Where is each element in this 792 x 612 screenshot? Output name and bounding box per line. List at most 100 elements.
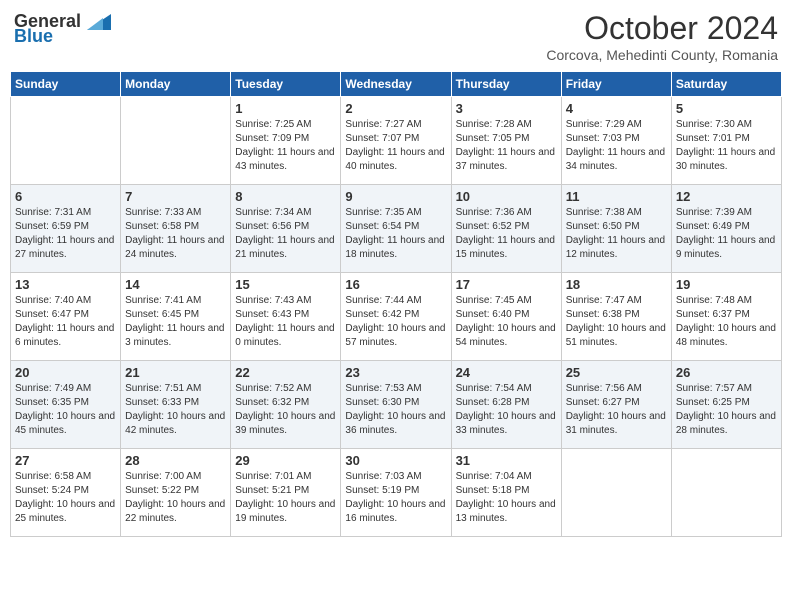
calendar-cell (11, 97, 121, 185)
cell-content: Sunrise: 7:01 AM Sunset: 5:21 PM Dayligh… (235, 470, 336, 526)
cell-content: Sunrise: 7:56 AM Sunset: 6:27 PM Dayligh… (566, 382, 667, 438)
calendar-cell: 17 Sunrise: 7:45 AM Sunset: 6:40 PM Dayli… (451, 273, 561, 361)
day-number: 27 (15, 453, 116, 468)
cell-content: Sunrise: 7:49 AM Sunset: 6:35 PM Dayligh… (15, 382, 116, 438)
calendar-cell: 16 Sunrise: 7:44 AM Sunset: 6:42 PM Dayli… (341, 273, 451, 361)
cell-content: Sunrise: 7:03 AM Sunset: 5:19 PM Dayligh… (345, 470, 446, 526)
calendar-cell: 25 Sunrise: 7:56 AM Sunset: 6:27 PM Dayli… (561, 361, 671, 449)
cell-content: Sunrise: 7:34 AM Sunset: 6:56 PM Dayligh… (235, 206, 336, 262)
logo-blue-text: Blue (14, 26, 53, 47)
day-header: Saturday (671, 72, 781, 97)
cell-content: Sunrise: 7:44 AM Sunset: 6:42 PM Dayligh… (345, 294, 446, 350)
cell-content: Sunrise: 7:04 AM Sunset: 5:18 PM Dayligh… (456, 470, 557, 526)
day-number: 20 (15, 365, 116, 380)
calendar-table: SundayMondayTuesdayWednesdayThursdayFrid… (10, 71, 782, 537)
cell-content: Sunrise: 7:47 AM Sunset: 6:38 PM Dayligh… (566, 294, 667, 350)
cell-content: Sunrise: 7:33 AM Sunset: 6:58 PM Dayligh… (125, 206, 226, 262)
logo: General Blue (14, 10, 111, 47)
day-number: 11 (566, 189, 667, 204)
day-number: 17 (456, 277, 557, 292)
cell-content: Sunrise: 7:54 AM Sunset: 6:28 PM Dayligh… (456, 382, 557, 438)
location-subtitle: Corcova, Mehedinti County, Romania (546, 47, 778, 63)
cell-content: Sunrise: 7:48 AM Sunset: 6:37 PM Dayligh… (676, 294, 777, 350)
month-title: October 2024 (546, 10, 778, 47)
day-number: 8 (235, 189, 336, 204)
cell-content: Sunrise: 7:30 AM Sunset: 7:01 PM Dayligh… (676, 118, 777, 174)
calendar-cell: 18Sunrise: 7:47 AM Sunset: 6:38 PM Dayli… (561, 273, 671, 361)
page-header: General Blue October 2024 Corcova, Mehed… (10, 10, 782, 63)
day-number: 28 (125, 453, 226, 468)
day-number: 22 (235, 365, 336, 380)
cell-content: Sunrise: 7:39 AM Sunset: 6:49 PM Dayligh… (676, 206, 777, 262)
calendar-cell (671, 449, 781, 537)
cell-content: Sunrise: 7:45 AM Sunset: 6:40 PM Dayligh… (456, 294, 557, 350)
day-number: 1 (235, 101, 336, 116)
calendar-cell: 21Sunrise: 7:51 AM Sunset: 6:33 PM Dayli… (121, 361, 231, 449)
day-number: 14 (125, 277, 226, 292)
calendar-cell: 1Sunrise: 7:25 AM Sunset: 7:09 PM Daylig… (231, 97, 341, 185)
day-number: 16 (345, 277, 446, 292)
cell-content: Sunrise: 7:29 AM Sunset: 7:03 PM Dayligh… (566, 118, 667, 174)
calendar-cell: 9Sunrise: 7:35 AM Sunset: 6:54 PM Daylig… (341, 185, 451, 273)
day-number: 19 (676, 277, 777, 292)
cell-content: Sunrise: 7:27 AM Sunset: 7:07 PM Dayligh… (345, 118, 446, 174)
calendar-cell: 24 Sunrise: 7:54 AM Sunset: 6:28 PM Dayli… (451, 361, 561, 449)
calendar-cell: 19 Sunrise: 7:48 AM Sunset: 6:37 PM Dayli… (671, 273, 781, 361)
day-header: Wednesday (341, 72, 451, 97)
calendar-cell: 28Sunrise: 7:00 AM Sunset: 5:22 PM Dayli… (121, 449, 231, 537)
calendar-cell: 14 Sunrise: 7:41 AM Sunset: 6:45 PM Dayli… (121, 273, 231, 361)
cell-content: Sunrise: 7:57 AM Sunset: 6:25 PM Dayligh… (676, 382, 777, 438)
day-number: 26 (676, 365, 777, 380)
cell-content: Sunrise: 7:40 AM Sunset: 6:47 PM Dayligh… (15, 294, 116, 350)
day-number: 4 (566, 101, 667, 116)
calendar-cell: 3 Sunrise: 7:28 AM Sunset: 7:05 PM Daylig… (451, 97, 561, 185)
day-number: 12 (676, 189, 777, 204)
day-header: Tuesday (231, 72, 341, 97)
cell-content: Sunrise: 7:38 AM Sunset: 6:50 PM Dayligh… (566, 206, 667, 262)
cell-content: Sunrise: 6:58 AM Sunset: 5:24 PM Dayligh… (15, 470, 116, 526)
calendar-cell: 23Sunrise: 7:53 AM Sunset: 6:30 PM Dayli… (341, 361, 451, 449)
day-number: 25 (566, 365, 667, 380)
calendar-cell: 22 Sunrise: 7:52 AM Sunset: 6:32 PM Dayli… (231, 361, 341, 449)
cell-content: Sunrise: 7:28 AM Sunset: 7:05 PM Dayligh… (456, 118, 557, 174)
calendar-cell: 6 Sunrise: 7:31 AM Sunset: 6:59 PM Daylig… (11, 185, 121, 273)
calendar-cell: 2 Sunrise: 7:27 AM Sunset: 7:07 PM Daylig… (341, 97, 451, 185)
day-number: 24 (456, 365, 557, 380)
day-header: Monday (121, 72, 231, 97)
calendar-cell: 31Sunrise: 7:04 AM Sunset: 5:18 PM Dayli… (451, 449, 561, 537)
calendar-cell: 13 Sunrise: 7:40 AM Sunset: 6:47 PM Dayli… (11, 273, 121, 361)
day-number: 6 (15, 189, 116, 204)
calendar-cell: 5 Sunrise: 7:30 AM Sunset: 7:01 PM Daylig… (671, 97, 781, 185)
cell-content: Sunrise: 7:53 AM Sunset: 6:30 PM Dayligh… (345, 382, 446, 438)
day-number: 29 (235, 453, 336, 468)
cell-content: Sunrise: 7:41 AM Sunset: 6:45 PM Dayligh… (125, 294, 226, 350)
calendar-cell: 27 Sunrise: 6:58 AM Sunset: 5:24 PM Dayli… (11, 449, 121, 537)
calendar-cell: 12 Sunrise: 7:39 AM Sunset: 6:49 PM Dayli… (671, 185, 781, 273)
day-number: 30 (345, 453, 446, 468)
cell-content: Sunrise: 7:36 AM Sunset: 6:52 PM Dayligh… (456, 206, 557, 262)
calendar-cell: 20 Sunrise: 7:49 AM Sunset: 6:35 PM Dayli… (11, 361, 121, 449)
calendar-cell (121, 97, 231, 185)
cell-content: Sunrise: 7:52 AM Sunset: 6:32 PM Dayligh… (235, 382, 336, 438)
title-area: October 2024 Corcova, Mehedinti County, … (546, 10, 778, 63)
day-number: 15 (235, 277, 336, 292)
cell-content: Sunrise: 7:31 AM Sunset: 6:59 PM Dayligh… (15, 206, 116, 262)
calendar-cell: 7Sunrise: 7:33 AM Sunset: 6:58 PM Daylig… (121, 185, 231, 273)
calendar-cell: 30 Sunrise: 7:03 AM Sunset: 5:19 PM Dayli… (341, 449, 451, 537)
calendar-cell: 10 Sunrise: 7:36 AM Sunset: 6:52 PM Dayli… (451, 185, 561, 273)
calendar-cell: 8 Sunrise: 7:34 AM Sunset: 6:56 PM Daylig… (231, 185, 341, 273)
day-number: 3 (456, 101, 557, 116)
day-number: 9 (345, 189, 446, 204)
day-header: Thursday (451, 72, 561, 97)
cell-content: Sunrise: 7:51 AM Sunset: 6:33 PM Dayligh… (125, 382, 226, 438)
day-number: 5 (676, 101, 777, 116)
calendar-cell: 29 Sunrise: 7:01 AM Sunset: 5:21 PM Dayli… (231, 449, 341, 537)
calendar-cell: 15Sunrise: 7:43 AM Sunset: 6:43 PM Dayli… (231, 273, 341, 361)
calendar-cell: 11 Sunrise: 7:38 AM Sunset: 6:50 PM Dayli… (561, 185, 671, 273)
day-number: 2 (345, 101, 446, 116)
calendar-cell (561, 449, 671, 537)
day-number: 13 (15, 277, 116, 292)
logo-icon (83, 10, 111, 32)
day-header: Friday (561, 72, 671, 97)
day-number: 10 (456, 189, 557, 204)
